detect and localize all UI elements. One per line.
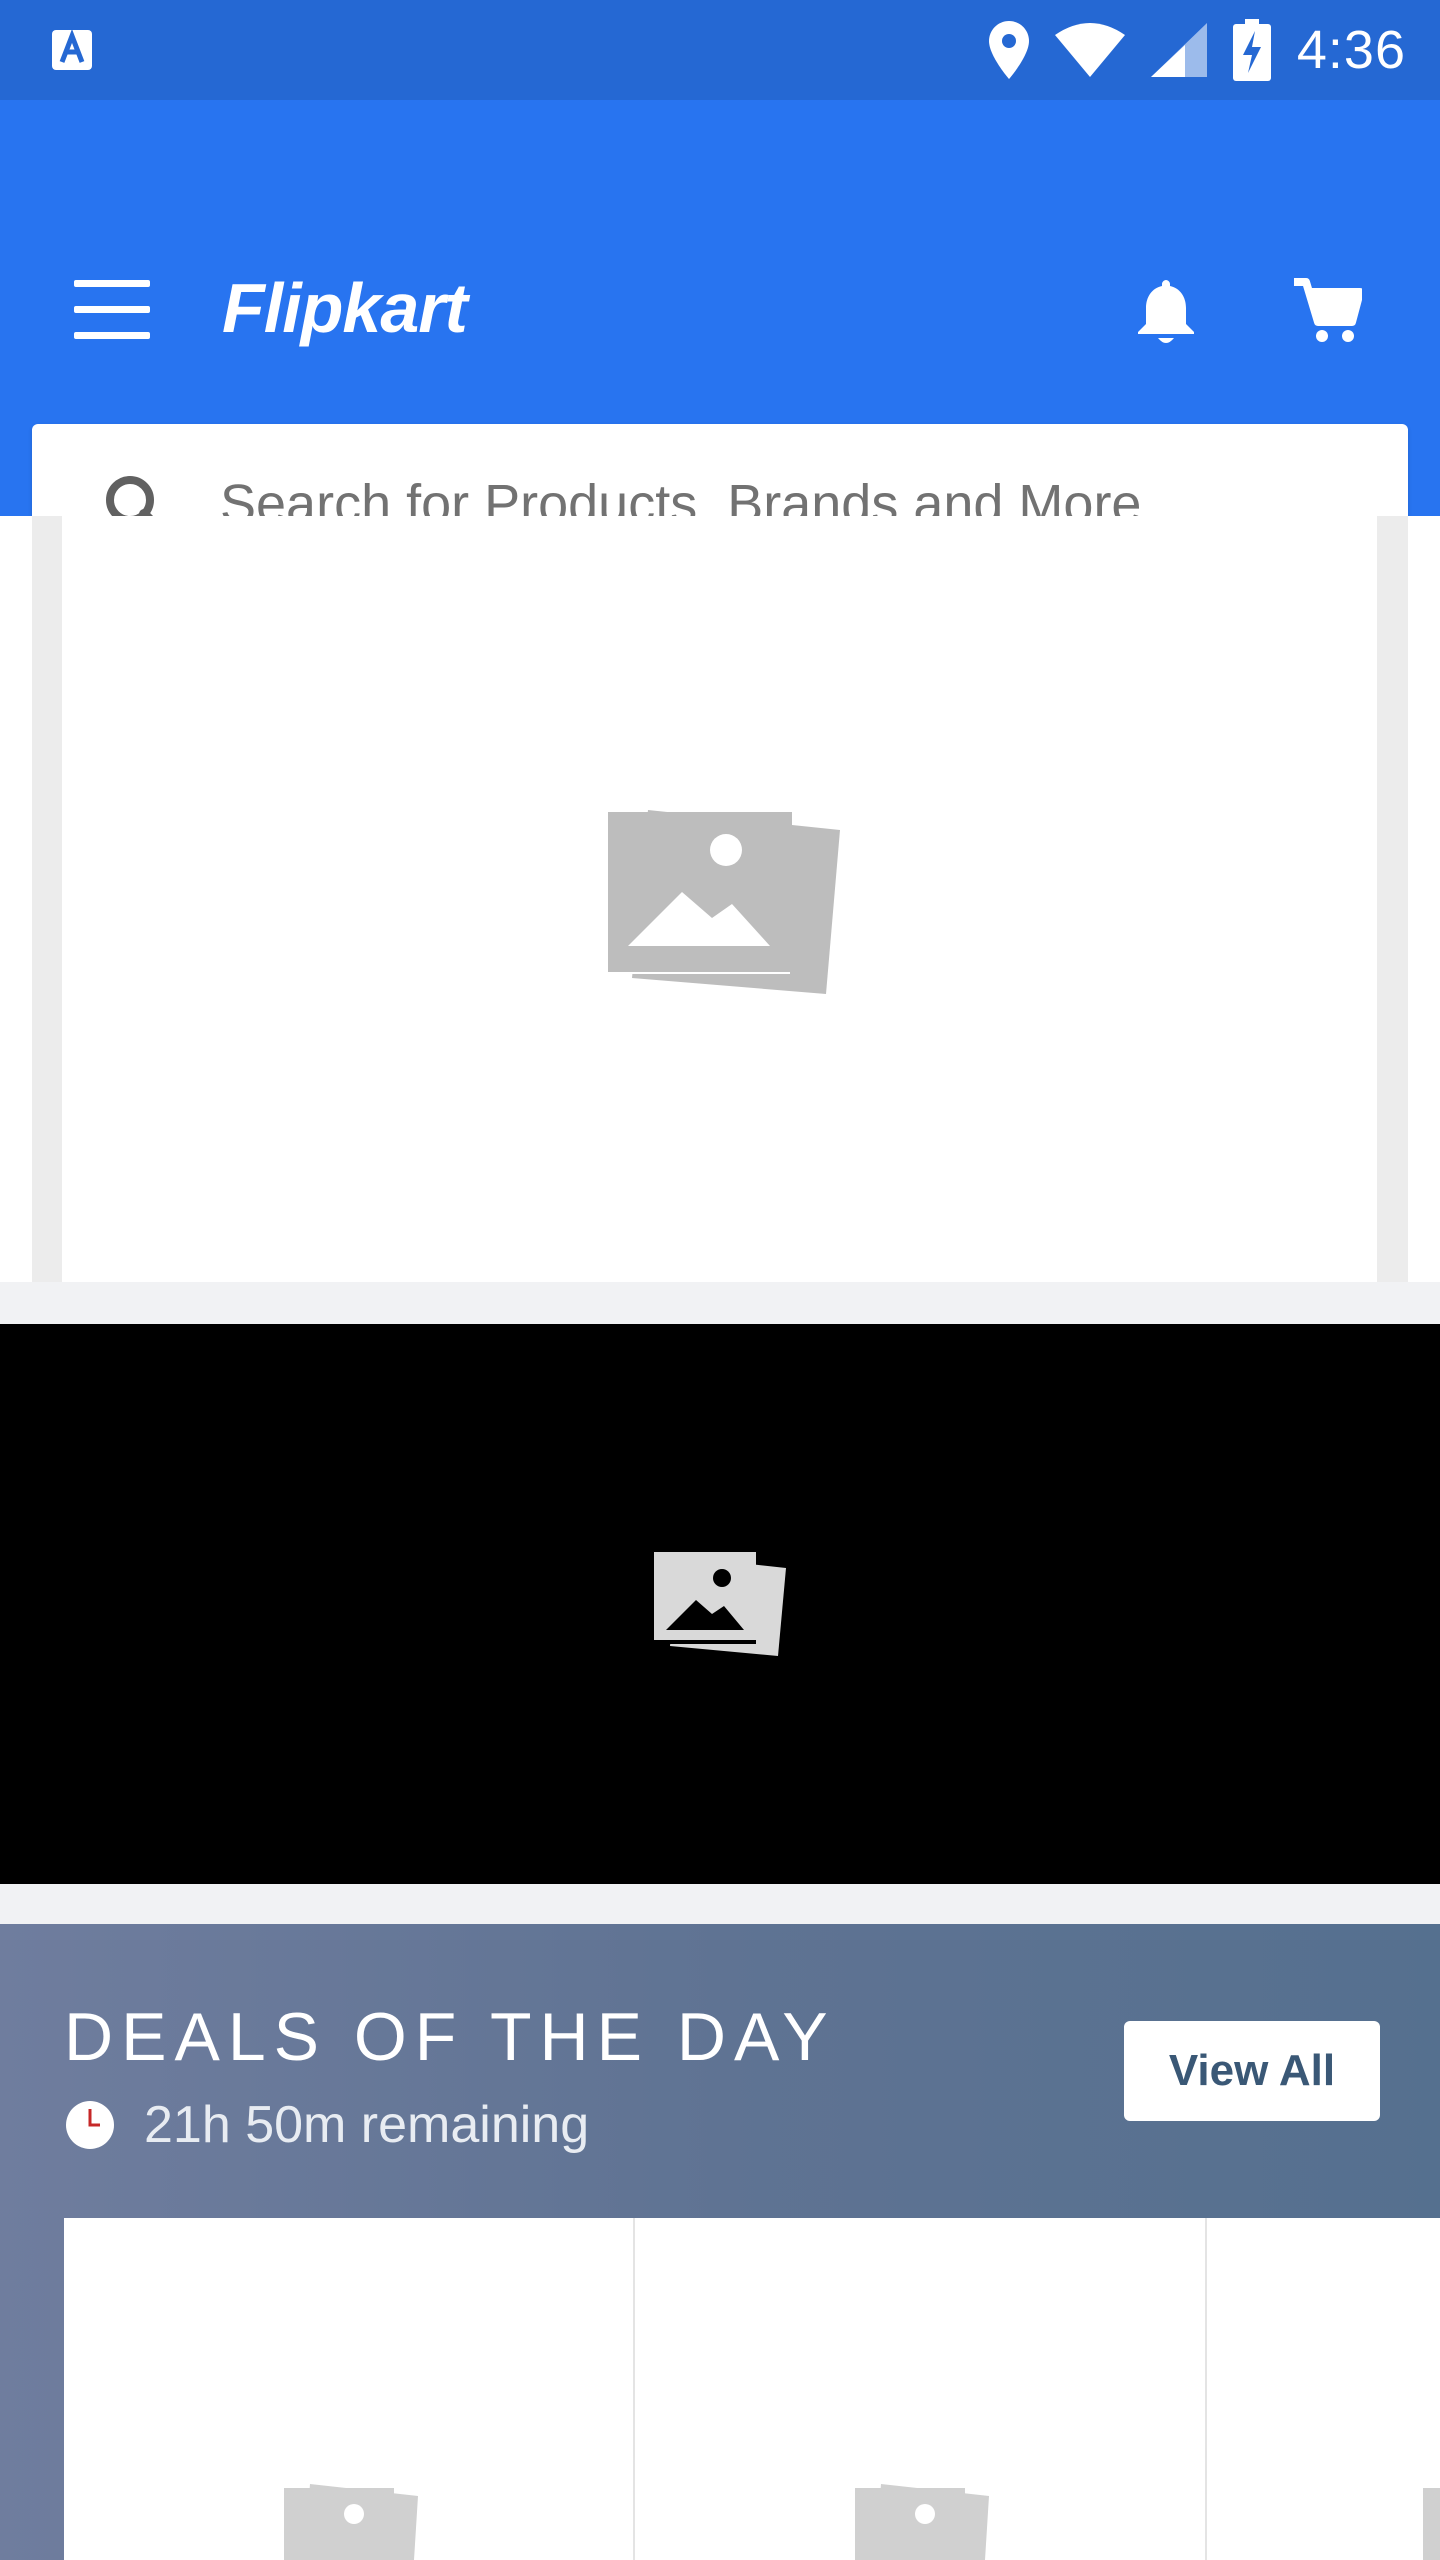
status-icons: 4:36 — [988, 0, 1406, 100]
deals-timer-text: 21h 50m remaining — [144, 2096, 590, 2154]
image-placeholder-icon — [284, 2484, 418, 2560]
view-all-button[interactable]: View All — [1124, 2021, 1380, 2121]
image-placeholder-icon — [606, 810, 840, 994]
brand-logo[interactable]: Flipkart — [222, 268, 468, 348]
image-placeholder-icon — [1423, 2488, 1440, 2560]
deal-card[interactable] — [64, 2218, 635, 2560]
location-pin-icon — [988, 21, 1029, 79]
deal-card[interactable] — [1207, 2218, 1440, 2560]
image-placeholder-icon — [855, 2484, 989, 2560]
banner-card[interactable] — [62, 516, 1377, 1282]
deals-carousel[interactable] — [64, 2218, 1440, 2560]
video-banner[interactable] — [0, 1324, 1440, 1884]
deals-of-the-day-section: DEALS OF THE DAY 21h 50m remaining View … — [0, 1924, 1440, 2560]
clock-icon — [66, 2101, 114, 2149]
banner-carousel[interactable] — [0, 516, 1440, 1282]
banner-next-peek — [1377, 516, 1408, 1282]
clock-time: 4:36 — [1296, 20, 1406, 80]
deal-card[interactable] — [635, 2218, 1207, 2560]
cell-signal-icon — [1150, 23, 1207, 77]
image-placeholder-icon — [652, 1552, 786, 1656]
status-bar: 4:36 — [0, 0, 1440, 100]
wifi-icon — [1054, 23, 1125, 77]
shopping-cart-icon[interactable] — [1292, 278, 1362, 344]
app-bar: Flipkart — [0, 100, 1440, 584]
banner-prev-peek — [32, 516, 62, 1282]
hamburger-menu-icon[interactable] — [74, 280, 150, 340]
battery-charging-icon — [1232, 19, 1271, 81]
deals-title: DEALS OF THE DAY — [64, 1999, 836, 2075]
bell-icon[interactable] — [1134, 276, 1198, 346]
deals-timer: 21h 50m remaining — [64, 2090, 589, 2160]
accessibility-a-icon — [52, 29, 92, 70]
